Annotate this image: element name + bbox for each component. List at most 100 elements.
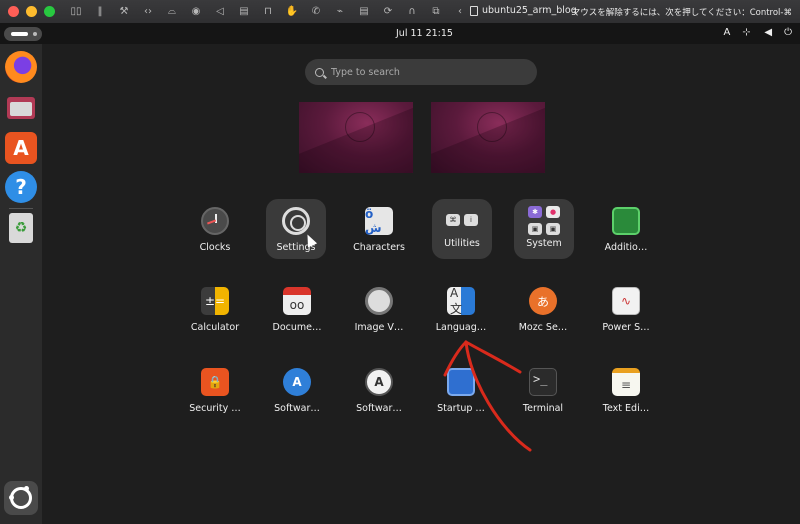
vm-toolbar: ▯▯ ‖ ⚒ ‹› ⌓ ◉ ◁ ▤ ⊓ ✋ ✆ ⌁ ▤ ⟳ ∩ ⧉ ‹	[69, 6, 467, 17]
camera-settings-icon[interactable]: ⧉	[429, 6, 443, 17]
usb-icon[interactable]: ⌁	[333, 6, 347, 17]
app-label: Calculator	[190, 322, 240, 333]
startup-disk-icon	[447, 368, 475, 396]
app-label: Characters	[353, 242, 405, 253]
network-icon[interactable]: ⊹	[742, 27, 752, 38]
doc-icon[interactable]: ▤	[357, 6, 371, 17]
folder-icon: ⌘ i	[445, 205, 479, 235]
vm-window-titlebar: ▯▯ ‖ ⚒ ‹› ⌓ ◉ ◁ ▤ ⊓ ✋ ✆ ⌁ ▤ ⟳ ∩ ⧉ ‹ ubun…	[0, 0, 800, 24]
volume-icon[interactable]: ◀	[764, 27, 772, 38]
calculator-icon: ±=	[201, 287, 229, 315]
app-language-support[interactable]: A 文 Languag…	[426, 279, 496, 339]
app-label: Image V…	[354, 322, 404, 333]
app-software-updater[interactable]: A Softwar…	[262, 360, 332, 420]
app-label: Security …	[189, 403, 241, 414]
code-icon[interactable]: ‹›	[141, 6, 155, 17]
files-icon[interactable]	[5, 92, 37, 124]
app-label: Power S…	[602, 322, 650, 333]
pause-icon[interactable]: ‖	[93, 6, 107, 17]
image-viewer-icon	[365, 287, 393, 315]
help-icon[interactable]: ?	[5, 171, 37, 203]
app-label: Additio…	[604, 242, 648, 253]
text-editor-icon: ≡	[612, 368, 640, 396]
drive-icon[interactable]: ⌓	[165, 6, 179, 17]
mozc-icon: あ	[529, 287, 557, 315]
show-apps-button[interactable]	[4, 481, 38, 515]
sidebar-toggle-icon[interactable]: ▯▯	[69, 6, 83, 17]
app-label: Languag…	[435, 322, 487, 333]
app-label: Softwar…	[356, 403, 402, 414]
app-label: Terminal	[522, 403, 564, 414]
app-label: Utilities	[444, 238, 480, 249]
clock-icon	[201, 207, 229, 235]
characters-icon: ö ش	[365, 207, 393, 235]
app-image-viewer[interactable]: Image V…	[344, 279, 414, 339]
app-label: Mozc Se…	[518, 322, 568, 333]
chip-icon	[612, 207, 640, 235]
dock: A ? ♻	[0, 44, 42, 524]
vm-title: ubuntu25_arm_blog	[470, 5, 577, 16]
app-document-viewer[interactable]: oo Docume…	[262, 279, 332, 339]
close-window-button[interactable]	[8, 6, 19, 17]
vm-title-text: ubuntu25_arm_blog	[482, 5, 577, 16]
app-security-center[interactable]: 🔒 Security …	[180, 360, 250, 420]
app-text-editor[interactable]: ≡ Text Edi…	[591, 360, 661, 420]
firefox-icon[interactable]	[5, 51, 37, 83]
app-power-statistics[interactable]: ∿ Power S…	[591, 279, 661, 339]
fullscreen-window-button[interactable]	[44, 6, 55, 17]
app-settings[interactable]: Settings	[266, 199, 326, 259]
workspace-indicator-dot	[33, 32, 37, 36]
power-statistics-icon: ∿	[612, 287, 640, 315]
app-mozc-setup[interactable]: あ Mozc Se…	[508, 279, 578, 339]
camera-icon[interactable]: ◉	[189, 6, 203, 17]
sync-icon[interactable]: ⟳	[381, 6, 395, 17]
ubuntu-logo-icon	[9, 486, 32, 509]
app-label: Text Edi…	[602, 403, 650, 414]
lock-icon[interactable]: ⊓	[261, 6, 275, 17]
workspace-thumbnail-2[interactable]	[431, 102, 545, 173]
power-icon[interactable]: ⏻	[784, 27, 792, 38]
system-tray[interactable]: A ⊹ ◀ ⏻	[724, 27, 792, 38]
search-input[interactable]	[331, 66, 511, 78]
app-label: System	[526, 238, 562, 249]
workspace-indicator-active	[11, 32, 28, 36]
software-properties-icon: A	[365, 368, 393, 396]
app-startup-disk-creator[interactable]: Startup …	[426, 360, 496, 420]
language-icon: A 文	[447, 286, 475, 316]
document-icon	[470, 5, 478, 16]
workspace-thumbnail-1[interactable]	[299, 102, 413, 173]
search-bar[interactable]	[305, 59, 537, 85]
app-label: Clocks	[199, 242, 231, 253]
traffic-lights	[8, 6, 55, 17]
phone-icon[interactable]: ✆	[309, 6, 323, 17]
app-calculator[interactable]: ±= Calculator	[180, 279, 250, 339]
folder-system[interactable]: ✱ ● ▣ ▣ System	[514, 199, 574, 259]
app-label: Softwar…	[274, 403, 320, 414]
input-method-indicator[interactable]: A	[724, 27, 731, 38]
trash-icon[interactable]: ♻	[5, 212, 37, 244]
app-label: Settings	[276, 242, 316, 253]
folder-utilities[interactable]: ⌘ i Utilities	[432, 199, 492, 259]
app-characters[interactable]: ö ش Characters	[344, 199, 414, 259]
dock-separator	[9, 208, 33, 209]
app-label: Docume…	[272, 322, 322, 333]
wrench-icon[interactable]: ⚒	[117, 6, 131, 17]
hand-icon[interactable]: ✋	[285, 6, 299, 17]
security-icon: 🔒	[201, 368, 229, 396]
terminal-icon: >_	[529, 368, 557, 396]
minimize-window-button[interactable]	[26, 6, 37, 17]
gnome-top-bar: Jul 11 21:15 A ⊹ ◀ ⏻	[0, 24, 800, 44]
document-viewer-icon: oo	[283, 287, 311, 315]
app-software-properties[interactable]: A Softwar…	[344, 360, 414, 420]
speaker-icon[interactable]: ◁	[213, 6, 227, 17]
app-center-icon[interactable]: A	[5, 132, 37, 164]
activities-button[interactable]	[4, 27, 42, 41]
app-clocks[interactable]: Clocks	[180, 199, 250, 259]
app-additional-drivers[interactable]: Additio…	[591, 199, 661, 259]
printer-icon[interactable]: ▤	[237, 6, 251, 17]
clock-button[interactable]: Jul 11 21:15	[396, 28, 453, 39]
app-terminal[interactable]: >_ Terminal	[508, 360, 578, 420]
search-icon	[315, 67, 324, 77]
back-chevron-icon[interactable]: ‹	[453, 6, 467, 17]
headphones-icon[interactable]: ∩	[405, 6, 419, 17]
